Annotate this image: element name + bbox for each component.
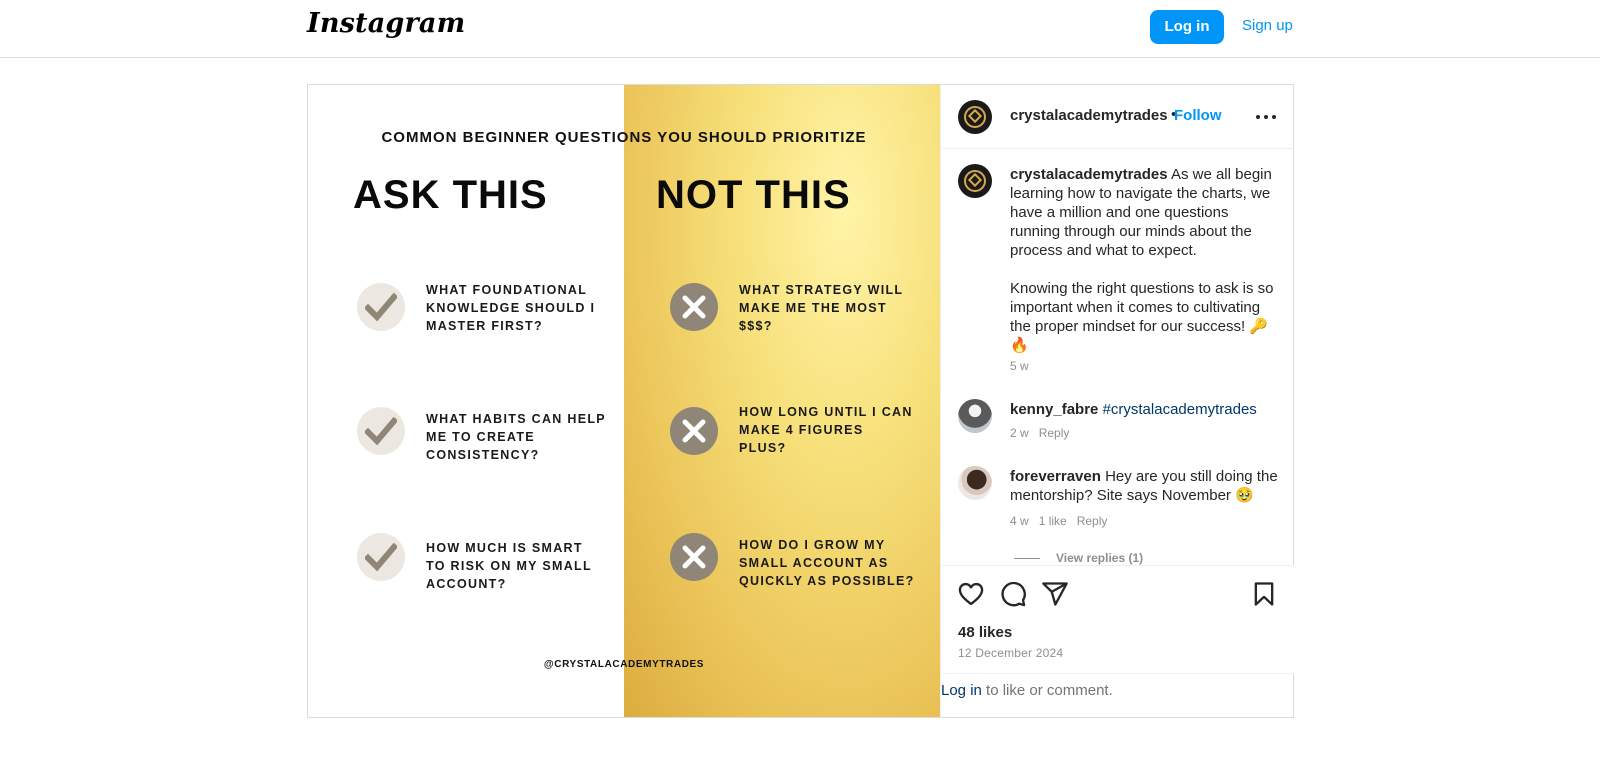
x-icon: [670, 283, 718, 331]
login-button[interactable]: Log in: [1150, 10, 1224, 44]
not-question-1: WHAT STRATEGY WILL MAKE ME THE MOST $$$?: [739, 283, 904, 333]
login-link[interactable]: Log in: [941, 682, 982, 699]
view-replies-button[interactable]: View replies (1): [1014, 551, 1143, 565]
caption-age: 5 w: [1010, 359, 1029, 373]
comment-2-meta: 4 w 1 like Reply: [1010, 514, 1117, 528]
post-card: COMMON BEGINNER QUESTIONS YOU SHOULD PRI…: [307, 84, 1294, 718]
comment-1: kenny_fabre #crystalacademytrades: [1010, 400, 1280, 419]
heart-icon[interactable]: [957, 580, 985, 608]
share-icon[interactable]: [1041, 580, 1069, 608]
caption-avatar[interactable]: [958, 164, 992, 198]
ask-question-2: WHAT HABITS CAN HELP ME TO CREATE CONSIS…: [426, 412, 606, 462]
comment-username[interactable]: foreverraven: [1010, 468, 1101, 485]
check-icon: [357, 283, 405, 331]
instagram-logo[interactable]: Instagram: [307, 8, 465, 39]
top-navbar: Instagram Log in Sign up: [0, 0, 1600, 58]
reply-button[interactable]: Reply: [1077, 514, 1108, 528]
post-caption: crystalacademytrades As we all begin lea…: [1010, 165, 1280, 374]
profile-avatar[interactable]: [958, 100, 992, 134]
check-icon: [357, 533, 405, 581]
comment-2: foreverraven Hey are you still doing the…: [1010, 467, 1280, 505]
image-heading: COMMON BEGINNER QUESTIONS YOU SHOULD PRI…: [381, 129, 867, 146]
hashtag-link[interactable]: #crystalacademytrades: [1103, 401, 1257, 418]
post-header: crystalacademytrades • Follow: [941, 85, 1294, 149]
header-username[interactable]: crystalacademytrades: [1010, 107, 1168, 124]
comment-1-meta: 2 w Reply: [1010, 426, 1079, 440]
check-icon: [357, 407, 405, 455]
comment-age: 4 w: [1010, 514, 1029, 528]
commenter-avatar[interactable]: [958, 399, 992, 433]
bookmark-icon[interactable]: [1250, 580, 1278, 608]
x-icon: [670, 407, 718, 455]
comment-like-count[interactable]: 1 like: [1039, 514, 1067, 528]
not-this-title: NOT THIS: [656, 173, 851, 217]
reply-button[interactable]: Reply: [1039, 426, 1070, 440]
comment-username[interactable]: kenny_fabre: [1010, 401, 1098, 418]
ask-this-title: ASK THIS: [353, 173, 548, 217]
ask-question-1: WHAT FOUNDATIONAL KNOWLEDGE SHOULD I MAS…: [426, 283, 596, 333]
signup-link[interactable]: Sign up: [1242, 17, 1293, 34]
x-icon: [670, 533, 718, 581]
commenter-avatar[interactable]: [958, 466, 992, 500]
more-icon[interactable]: [1256, 115, 1276, 119]
post-image[interactable]: COMMON BEGINNER QUESTIONS YOU SHOULD PRI…: [308, 85, 940, 717]
ask-question-3: HOW MUCH IS SMART TO RISK ON MY SMALL AC…: [426, 541, 592, 591]
login-prompt-text: to like or comment.: [981, 682, 1113, 699]
not-question-3: HOW DO I GROW MY SMALL ACCOUNT AS QUICKL…: [739, 538, 915, 588]
post-details-panel: crystalacademytrades • Follow crystalaca…: [940, 85, 1294, 717]
login-to-comment: Log in to like or comment.: [941, 673, 1294, 717]
image-handle: @CRYSTALACADEMYTRADES: [543, 659, 705, 670]
post-actions: 48 likes 12 December 2024: [941, 565, 1294, 673]
like-count[interactable]: 48 likes: [958, 624, 1012, 641]
follow-button[interactable]: Follow: [1174, 107, 1222, 124]
comment-icon[interactable]: [999, 580, 1027, 608]
caption-username[interactable]: crystalacademytrades: [1010, 166, 1168, 183]
comment-age: 2 w: [1010, 426, 1029, 440]
caption-text-2: Knowing the right questions to ask is so…: [1010, 280, 1274, 354]
not-question-2: HOW LONG UNTIL I CAN MAKE 4 FIGURES PLUS…: [739, 405, 913, 455]
post-date[interactable]: 12 December 2024: [958, 646, 1063, 660]
